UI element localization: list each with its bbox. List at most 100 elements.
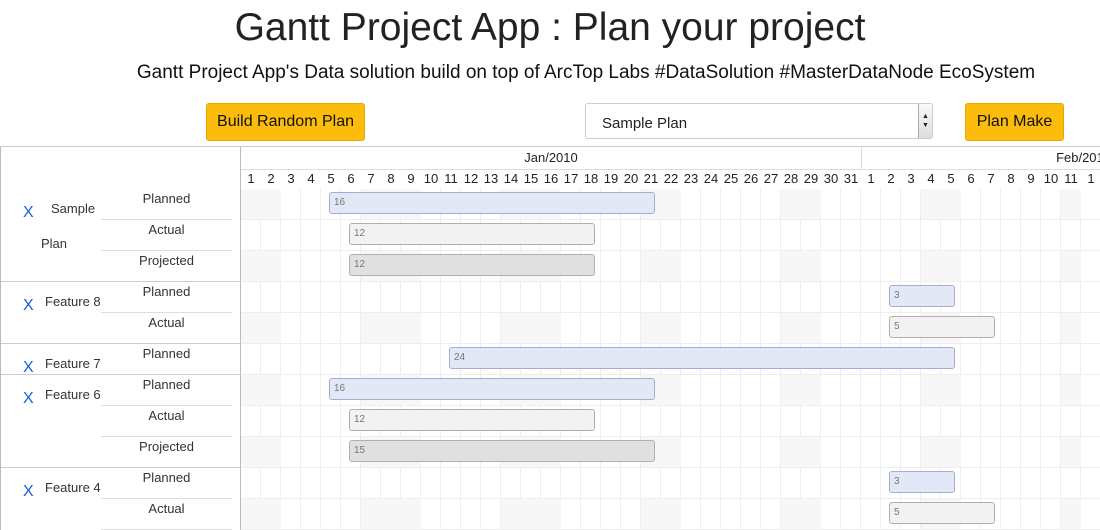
grid-shade: [241, 375, 261, 406]
planned-bar[interactable]: 3: [889, 285, 955, 307]
build-random-plan-button[interactable]: Build Random Plan: [206, 103, 365, 141]
group-separator: [1, 374, 241, 375]
actual-bar[interactable]: 5: [889, 502, 995, 524]
day-label: 1: [247, 171, 255, 186]
grid-line: [1080, 189, 1081, 530]
day-label: 26: [743, 171, 759, 186]
grid-shade: [501, 499, 521, 530]
select-arrows-icon[interactable]: ▲ ▼: [918, 104, 932, 138]
grid-shade: [541, 313, 561, 344]
grid-shade: [261, 437, 281, 468]
page-subtitle: Gantt Project App's Data solution build …: [136, 62, 1036, 83]
day-label: 1: [1087, 171, 1095, 186]
day-label: 7: [367, 171, 375, 186]
grid-line: [320, 189, 321, 530]
grid-shade: [661, 375, 681, 406]
day-label: 31: [843, 171, 859, 186]
grid-shade: [941, 375, 961, 406]
delete-icon[interactable]: X: [23, 204, 34, 222]
day-label: 4: [307, 171, 315, 186]
grid-shade: [661, 251, 681, 282]
task-name: Feature 4: [45, 480, 101, 495]
day-label: 12: [463, 171, 479, 186]
grid-line: [340, 189, 341, 530]
grid-shade: [1061, 189, 1081, 220]
actual-bar[interactable]: 12: [349, 409, 595, 431]
grid-row-line: [241, 405, 1100, 406]
grid-shade: [781, 375, 801, 406]
day-label: 2: [887, 171, 895, 186]
page-title: Gantt Project App : Plan your project: [234, 6, 866, 49]
day-label: 1: [867, 171, 875, 186]
day-label: 5: [327, 171, 335, 186]
grid-shade: [521, 499, 541, 530]
day-label: 9: [407, 171, 415, 186]
grid-shade: [921, 437, 941, 468]
plan-select[interactable]: Sample Plan ▲ ▼: [585, 103, 933, 139]
actual-bar[interactable]: 5: [889, 316, 995, 338]
day-label: 10: [1043, 171, 1059, 186]
grid-shade: [261, 375, 281, 406]
grid-row-line: [241, 343, 1100, 344]
delete-icon[interactable]: X: [23, 390, 34, 408]
grid-shade: [1061, 437, 1081, 468]
day-label: 22: [663, 171, 679, 186]
grid-line: [1040, 189, 1041, 530]
planned-bar[interactable]: 16: [329, 192, 655, 214]
planned-bar[interactable]: 3: [889, 471, 955, 493]
grid-shade: [1061, 313, 1081, 344]
grid-shade: [641, 251, 661, 282]
grid-line: [980, 189, 981, 530]
row-type-label: Projected: [101, 437, 232, 468]
day-label: 9: [1027, 171, 1035, 186]
day-label: 17: [563, 171, 579, 186]
grid-shade: [781, 437, 801, 468]
grid-shade: [361, 313, 381, 344]
planned-bar[interactable]: 24: [449, 347, 955, 369]
projected-bar[interactable]: 15: [349, 440, 655, 462]
grid-shade: [1061, 251, 1081, 282]
month-label: Jan/2010: [241, 147, 862, 170]
grid-shade: [801, 251, 821, 282]
grid-shade: [521, 313, 541, 344]
grid-shade: [501, 313, 521, 344]
row-type-label: Actual: [101, 499, 232, 530]
row-type-label: Planned: [101, 375, 232, 406]
task-name: Feature 7: [45, 356, 101, 371]
grid-shade: [241, 313, 261, 344]
task-name-line2: Plan: [41, 236, 68, 251]
grid-shade: [781, 251, 801, 282]
grid-shade: [241, 437, 261, 468]
gantt-chart: Planned Actual Projected Planned Actual Plann…: [0, 146, 1100, 530]
day-label: 8: [1007, 171, 1015, 186]
day-label: 4: [927, 171, 935, 186]
projected-bar[interactable]: 12: [349, 254, 595, 276]
day-label: 6: [347, 171, 355, 186]
group-separator: [1, 281, 241, 282]
planned-bar[interactable]: 16: [329, 378, 655, 400]
delete-icon[interactable]: X: [23, 483, 34, 501]
day-label: 25: [723, 171, 739, 186]
grid-shade: [941, 189, 961, 220]
grid-shade: [921, 375, 941, 406]
grid-shade: [801, 313, 821, 344]
plan-make-button[interactable]: Plan Make: [965, 103, 1064, 141]
row-type-label: Planned: [101, 189, 232, 220]
grid-shade: [661, 499, 681, 530]
grid-row-line: [241, 281, 1100, 282]
grid-line: [1060, 189, 1061, 530]
actual-bar[interactable]: 12: [349, 223, 595, 245]
grid-shade: [661, 189, 681, 220]
day-label: 8: [387, 171, 395, 186]
task-name: Feature 8: [45, 294, 101, 309]
grid-shade: [1061, 499, 1081, 530]
grid-row-line: [241, 467, 1100, 468]
day-label: 23: [683, 171, 699, 186]
day-label: 3: [907, 171, 915, 186]
delete-icon[interactable]: X: [23, 297, 34, 315]
grid-shade: [261, 313, 281, 344]
row-type-label: Actual: [101, 220, 232, 251]
grid-shade: [541, 499, 561, 530]
timeline-grid: Jan/2010Feb/2010123456789101112131415161…: [241, 147, 1100, 530]
grid-shade: [1061, 375, 1081, 406]
